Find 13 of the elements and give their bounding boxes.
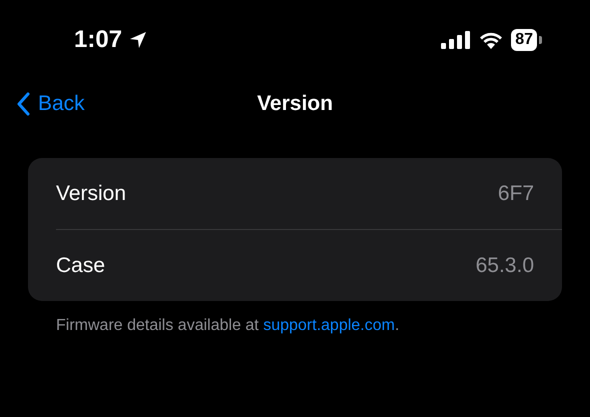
clock-time: 1:07 <box>74 26 122 54</box>
support-link[interactable]: support.apple.com <box>263 317 395 334</box>
footer-note: Firmware details available at support.apple.com. <box>56 317 400 335</box>
row-value: 65.3.0 <box>476 254 534 278</box>
row-label: Version <box>56 182 126 206</box>
location-arrow-icon <box>128 30 148 50</box>
back-button[interactable]: Back <box>16 92 85 116</box>
row-value: 6F7 <box>498 182 534 206</box>
wifi-icon <box>479 31 504 49</box>
signal-icon <box>441 31 472 49</box>
row-label: Case <box>56 254 106 278</box>
chevron-left-icon <box>16 92 30 116</box>
page-title: Version <box>257 92 333 115</box>
